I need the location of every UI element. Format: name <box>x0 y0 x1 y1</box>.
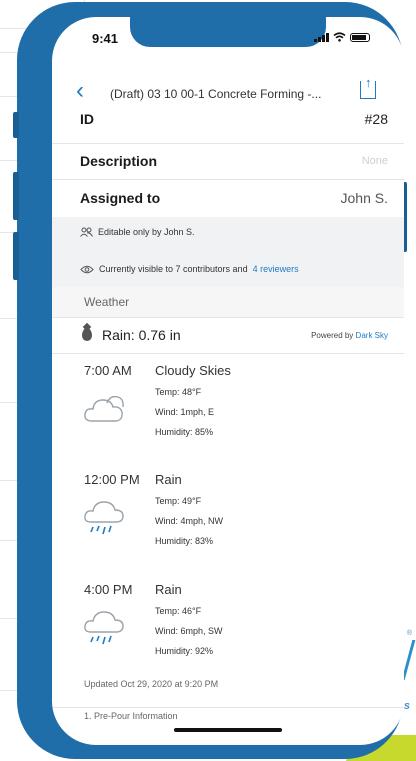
forecast-temp: Temp: 48°F <box>155 387 202 397</box>
description-label: Description <box>80 153 158 169</box>
forecast-wind: Wind: 4mph, NW <box>155 516 224 526</box>
weather-section-header: Weather <box>52 287 404 318</box>
signal-icon <box>314 32 329 42</box>
editable-text: Editable only by John S. <box>98 227 195 237</box>
powered-by: Powered by Dark Sky <box>311 331 388 340</box>
updated-timestamp: Updated Oct 29, 2020 at 9:20 PM <box>84 679 219 689</box>
background-logo-letter: s <box>403 700 410 712</box>
weather-section-title: Weather <box>84 295 130 309</box>
description-row[interactable]: Description None <box>52 143 404 180</box>
next-section-header: 1. Pre-Pour Information <box>52 707 404 720</box>
battery-icon <box>350 32 370 42</box>
forecast-wind: Wind: 1mph, E <box>155 407 215 417</box>
wifi-icon <box>333 32 346 42</box>
forecast-time: 4:00 PM <box>84 582 133 597</box>
forecast-time: 7:00 AM <box>84 363 132 378</box>
cloud-icon <box>84 395 124 422</box>
assigned-value: John S. <box>340 190 388 206</box>
forecast-condition: Cloudy Skies <box>155 363 231 378</box>
id-label: ID <box>80 111 94 127</box>
forecast-humidity: Humidity: 85% <box>155 427 214 437</box>
forecast-time: 12:00 PM <box>84 472 140 487</box>
home-indicator[interactable] <box>174 728 282 732</box>
next-section-title: 1. Pre-Pour Information <box>84 711 178 720</box>
rain-cloud-icon <box>84 501 124 535</box>
volume-down-button <box>13 232 19 280</box>
visibility-info: Currently visible to 7 contributors and … <box>52 251 404 288</box>
dark-sky-link[interactable]: Dark Sky <box>356 331 388 340</box>
status-time: 9:41 <box>92 31 119 46</box>
raindrop-icon <box>82 328 92 341</box>
eye-icon <box>80 265 94 273</box>
mute-switch <box>13 112 19 138</box>
phone-screen: 9:41 ‹ (Draft) 03 10 00-1 Concrete Formi… <box>52 17 404 745</box>
back-chevron-icon[interactable]: ‹ <box>76 77 84 105</box>
rain-cloud-icon <box>84 611 124 645</box>
assigned-label: Assigned to <box>80 190 161 206</box>
reviewers-link[interactable]: 4 reviewers <box>253 264 299 274</box>
rain-total: Rain: 0.76 in <box>102 327 181 343</box>
id-row: ID #28 <box>52 107 404 144</box>
forecast-temp: Temp: 46°F <box>155 606 202 616</box>
forecast-temp: Temp: 49°F <box>155 496 202 506</box>
description-value: None <box>361 155 388 167</box>
registered-mark: ® <box>406 630 412 637</box>
forecast-entry: 12:00 PM Rain Temp: 49°F Wind: 4mph, NW … <box>52 472 404 572</box>
forecast-humidity: Humidity: 83% <box>155 536 214 546</box>
assigned-row[interactable]: Assigned to John S. <box>52 179 404 218</box>
rain-summary-row: Rain: 0.76 in Powered by Dark Sky <box>52 317 404 354</box>
editable-info: Editable only by John S. <box>52 217 404 252</box>
forecast-entry: 4:00 PM Rain Temp: 46°F Wind: 6mph, SW H… <box>52 582 404 682</box>
forecast-wind: Wind: 6mph, SW <box>155 626 223 636</box>
volume-up-button <box>13 172 19 220</box>
forecast-condition: Rain <box>155 582 182 597</box>
status-icons <box>314 32 370 42</box>
id-value: #28 <box>364 111 388 127</box>
forecast-humidity: Humidity: 92% <box>155 646 214 656</box>
forecast-entry: 7:00 AM Cloudy Skies Temp: 48°F Wind: 1m… <box>52 363 404 463</box>
status-bar: 9:41 <box>52 17 404 57</box>
forecast-condition: Rain <box>155 472 182 487</box>
page-title: (Draft) 03 10 00-1 Concrete Forming -... <box>110 87 322 101</box>
phone-frame: 9:41 ‹ (Draft) 03 10 00-1 Concrete Formi… <box>13 2 407 759</box>
share-icon[interactable] <box>360 81 376 99</box>
visibility-text: Currently visible to 7 contributors and <box>99 264 248 274</box>
users-icon <box>80 227 93 237</box>
